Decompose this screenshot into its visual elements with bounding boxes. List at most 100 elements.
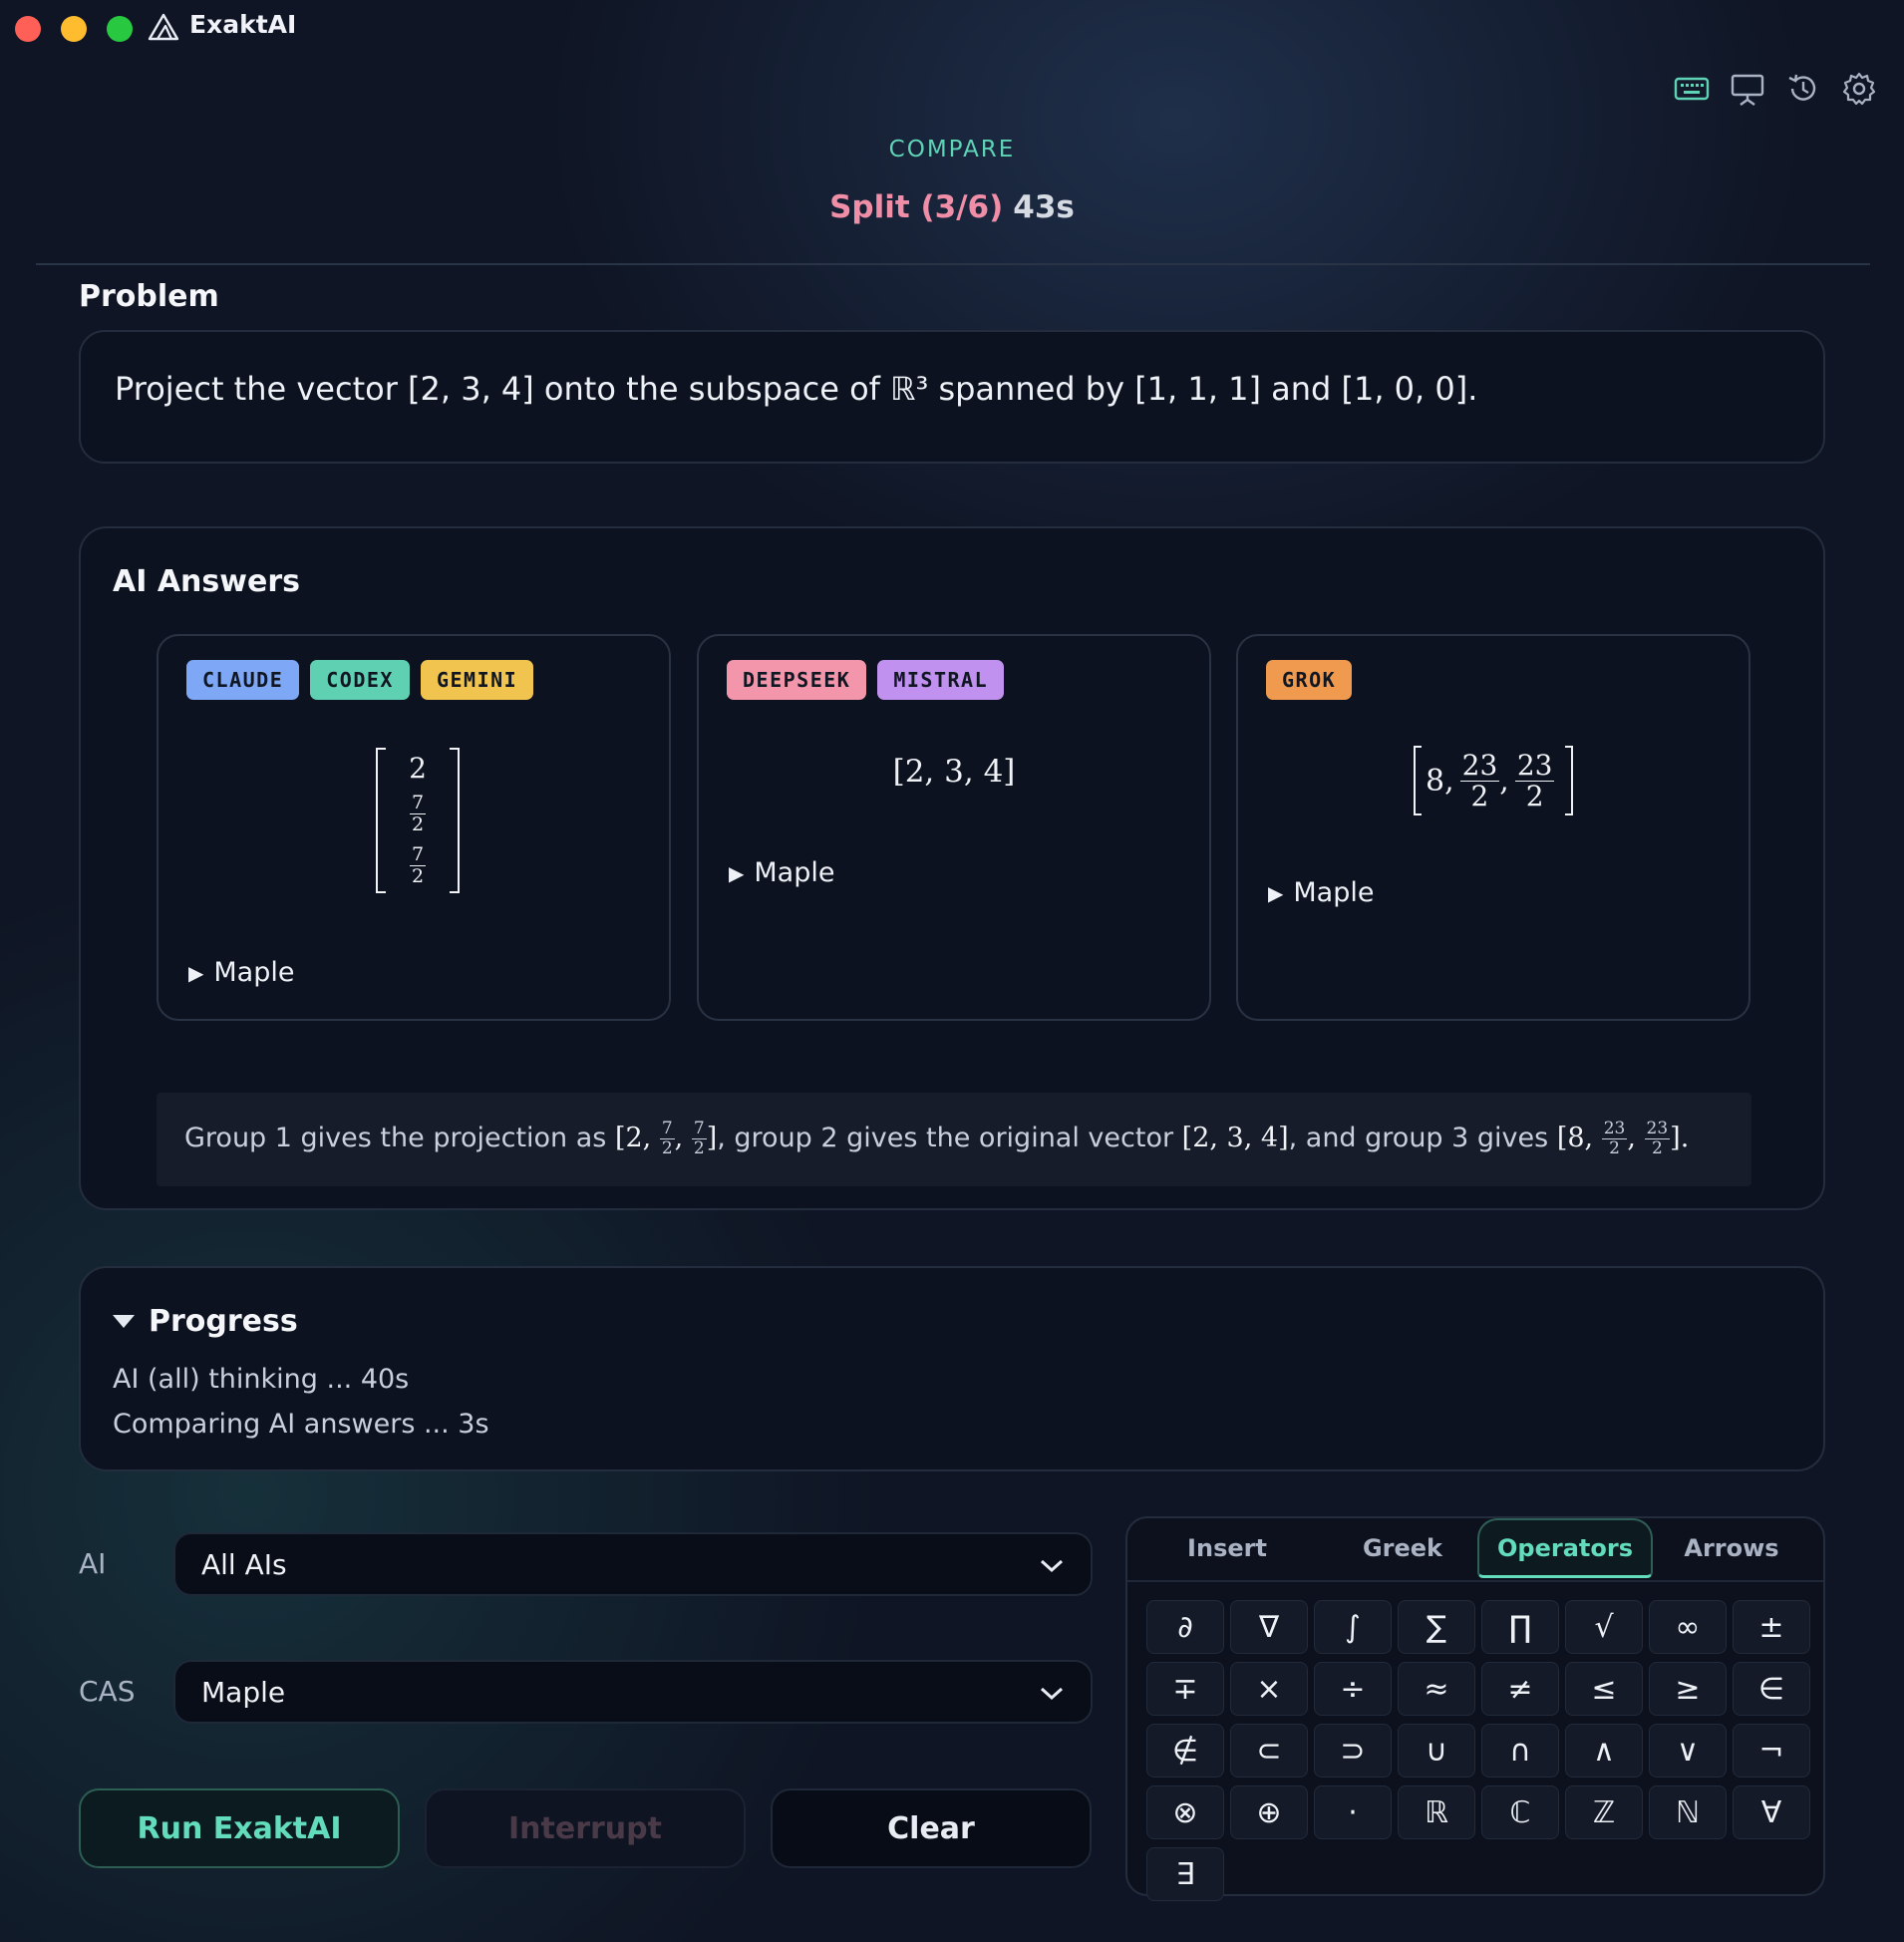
vector-entry-3: 72 bbox=[409, 843, 427, 887]
symbol-key[interactable]: ∫ bbox=[1314, 1600, 1392, 1654]
interrupt-button[interactable]: Interrupt bbox=[425, 1788, 746, 1868]
symbol-keypad: Insert Greek Operators Arrows ∂ ∇ ∫ ∑ ∏ √ ∞ ± ∓ ×… bbox=[1125, 1516, 1825, 1901]
presentation-icon[interactable] bbox=[1729, 70, 1766, 108]
symbol-key[interactable]: ℂ bbox=[1481, 1785, 1559, 1839]
symbol-key[interactable]: ∏ bbox=[1481, 1600, 1559, 1654]
cas-select-value: Maple bbox=[201, 1675, 286, 1709]
problem-heading: Problem bbox=[79, 279, 219, 314]
expand-triangle-icon: ▶ bbox=[188, 960, 204, 985]
symbol-key[interactable]: ℤ bbox=[1565, 1785, 1643, 1839]
ai-answers-panel: AI Answers CLAUDE CODEX GEMINI 2 72 72 ▶… bbox=[79, 526, 1825, 1210]
close-window-button[interactable] bbox=[15, 16, 41, 42]
column-vector-answer: 2 72 72 bbox=[376, 748, 460, 893]
progress-panel: Progress AI (all) thinking ... 40s Compa… bbox=[79, 1266, 1825, 1471]
symbol-key[interactable]: ⊃ bbox=[1314, 1724, 1392, 1778]
symbol-key[interactable]: ∪ bbox=[1398, 1724, 1475, 1778]
symbol-key[interactable]: ± bbox=[1733, 1600, 1810, 1654]
maple-toggle[interactable]: ▶ Maple bbox=[729, 857, 834, 888]
badge-claude: CLAUDE bbox=[186, 660, 300, 700]
chevron-down-icon bbox=[1040, 1559, 1064, 1573]
ai-select-value: All AIs bbox=[201, 1547, 287, 1581]
tab-insert[interactable]: Insert bbox=[1157, 1518, 1297, 1578]
symbol-key[interactable]: ∇ bbox=[1230, 1600, 1308, 1654]
maximize-window-button[interactable] bbox=[107, 16, 133, 42]
ai-select[interactable]: All AIs bbox=[173, 1532, 1093, 1596]
symbol-key[interactable]: ∩ bbox=[1481, 1724, 1559, 1778]
cas-select[interactable]: Maple bbox=[173, 1660, 1093, 1724]
tab-arrows[interactable]: Arrows bbox=[1662, 1518, 1801, 1578]
chevron-down-icon bbox=[1040, 1687, 1064, 1701]
symbol-key[interactable]: ÷ bbox=[1314, 1662, 1392, 1716]
status-line: Split (3/6) 43s bbox=[0, 189, 1904, 225]
symbol-key[interactable]: ≥ bbox=[1649, 1662, 1727, 1716]
run-button[interactable]: Run ExaktAI bbox=[79, 1788, 400, 1868]
symbol-key[interactable]: ≈ bbox=[1398, 1662, 1475, 1716]
cas-label: CAS bbox=[79, 1675, 136, 1708]
symbol-key[interactable]: ∂ bbox=[1146, 1600, 1224, 1654]
symbol-key[interactable]: ∓ bbox=[1146, 1662, 1224, 1716]
toolbar-icons bbox=[1673, 70, 1878, 108]
split-status: Split (3/6) bbox=[829, 189, 1004, 225]
expand-triangle-icon: ▶ bbox=[729, 860, 745, 885]
clear-button[interactable]: Clear bbox=[771, 1788, 1092, 1868]
badge-deepseek: DEEPSEEK bbox=[727, 660, 867, 700]
badge-row: GROK bbox=[1266, 660, 1353, 700]
symbol-key[interactable]: ∧ bbox=[1565, 1724, 1643, 1778]
vector-entry-2: 72 bbox=[409, 792, 427, 835]
title-bar: ExaktAI bbox=[0, 0, 1904, 56]
problem-box[interactable]: Project the vector [2, 3, 4] onto the su… bbox=[79, 330, 1825, 464]
keypad-keys: ∂ ∇ ∫ ∑ ∏ √ ∞ ± ∓ × ÷ ≈ ≠ ≤ ≥ ∈ ∉ ⊂ ⊃ ∪ ∩ ∧ ∨ ¬ ⊗ ⊕ · ℝ ℂ ℤ ℕ ∀ ∃ bbox=[1146, 1600, 1810, 1901]
symbol-key[interactable]: ℕ bbox=[1649, 1785, 1727, 1839]
answer-card-group-3: GROK 8, 23 2, 23 2 ▶ Maple bbox=[1236, 634, 1750, 1021]
symbol-key[interactable]: ∉ bbox=[1146, 1724, 1224, 1778]
keypad-tabs: Insert Greek Operators Arrows bbox=[1127, 1518, 1823, 1582]
symbol-key[interactable]: ≠ bbox=[1481, 1662, 1559, 1716]
maple-toggle[interactable]: ▶ Maple bbox=[188, 957, 294, 988]
vector-entry-3: 23 2 bbox=[1514, 748, 1555, 812]
answer-card-group-2: DEEPSEEK MISTRAL [2, 3, 4] ▶ Maple bbox=[697, 634, 1211, 1021]
tab-greek[interactable]: Greek bbox=[1333, 1518, 1472, 1578]
badge-row: DEEPSEEK MISTRAL bbox=[727, 660, 1005, 700]
maple-toggle[interactable]: ▶ Maple bbox=[1268, 877, 1374, 908]
vector-entry-2: 23 2 bbox=[1459, 748, 1500, 812]
problem-text: Project the vector [2, 3, 4] onto the su… bbox=[115, 370, 1478, 408]
symbol-key[interactable]: ∀ bbox=[1733, 1785, 1810, 1839]
vector-entry-1: 2 bbox=[409, 752, 427, 785]
ai-label: AI bbox=[79, 1547, 107, 1580]
progress-toggle[interactable]: Progress bbox=[113, 1304, 298, 1339]
symbol-key[interactable]: ∈ bbox=[1733, 1662, 1810, 1716]
symbol-key[interactable]: ∃ bbox=[1146, 1847, 1224, 1901]
badge-gemini: GEMINI bbox=[420, 660, 534, 700]
row-vector-answer: 8, 23 2, 23 2 bbox=[1414, 746, 1573, 815]
symbol-key[interactable]: ∨ bbox=[1649, 1724, 1727, 1778]
minimize-window-button[interactable] bbox=[61, 16, 87, 42]
answer-card-group-1: CLAUDE CODEX GEMINI 2 72 72 ▶ Maple bbox=[157, 634, 671, 1021]
symbol-key[interactable]: ∑ bbox=[1398, 1600, 1475, 1654]
header-divider bbox=[36, 263, 1870, 265]
badge-grok: GROK bbox=[1266, 660, 1353, 700]
symbol-key[interactable]: ⊕ bbox=[1230, 1785, 1308, 1839]
history-icon[interactable] bbox=[1784, 70, 1822, 108]
badge-row: CLAUDE CODEX GEMINI bbox=[186, 660, 534, 700]
symbol-key[interactable]: √ bbox=[1565, 1600, 1643, 1654]
progress-line-1: AI (all) thinking ... 40s bbox=[113, 1364, 410, 1395]
elapsed-time: 43s bbox=[1013, 189, 1075, 225]
badge-mistral: MISTRAL bbox=[877, 660, 1005, 700]
comparison-summary: Group 1 gives the projection as [2, 72, … bbox=[157, 1093, 1751, 1186]
symbol-key[interactable]: ≤ bbox=[1565, 1662, 1643, 1716]
settings-gear-icon[interactable] bbox=[1840, 70, 1878, 108]
vector-answer: [2, 3, 4] bbox=[892, 754, 1016, 790]
symbol-key[interactable]: × bbox=[1230, 1662, 1308, 1716]
app-logo-icon bbox=[148, 13, 179, 41]
app-name: ExaktAI bbox=[189, 10, 297, 39]
symbol-key[interactable]: ¬ bbox=[1733, 1724, 1810, 1778]
collapse-caret-icon bbox=[113, 1315, 135, 1328]
symbol-key[interactable]: ℝ bbox=[1398, 1785, 1475, 1839]
expand-triangle-icon: ▶ bbox=[1268, 880, 1284, 905]
symbol-key[interactable]: ∞ bbox=[1649, 1600, 1727, 1654]
symbol-key[interactable]: ⊂ bbox=[1230, 1724, 1308, 1778]
symbol-key[interactable]: · bbox=[1314, 1785, 1392, 1839]
keyboard-icon[interactable] bbox=[1673, 70, 1711, 108]
tab-operators[interactable]: Operators bbox=[1477, 1518, 1653, 1578]
symbol-key[interactable]: ⊗ bbox=[1146, 1785, 1224, 1839]
